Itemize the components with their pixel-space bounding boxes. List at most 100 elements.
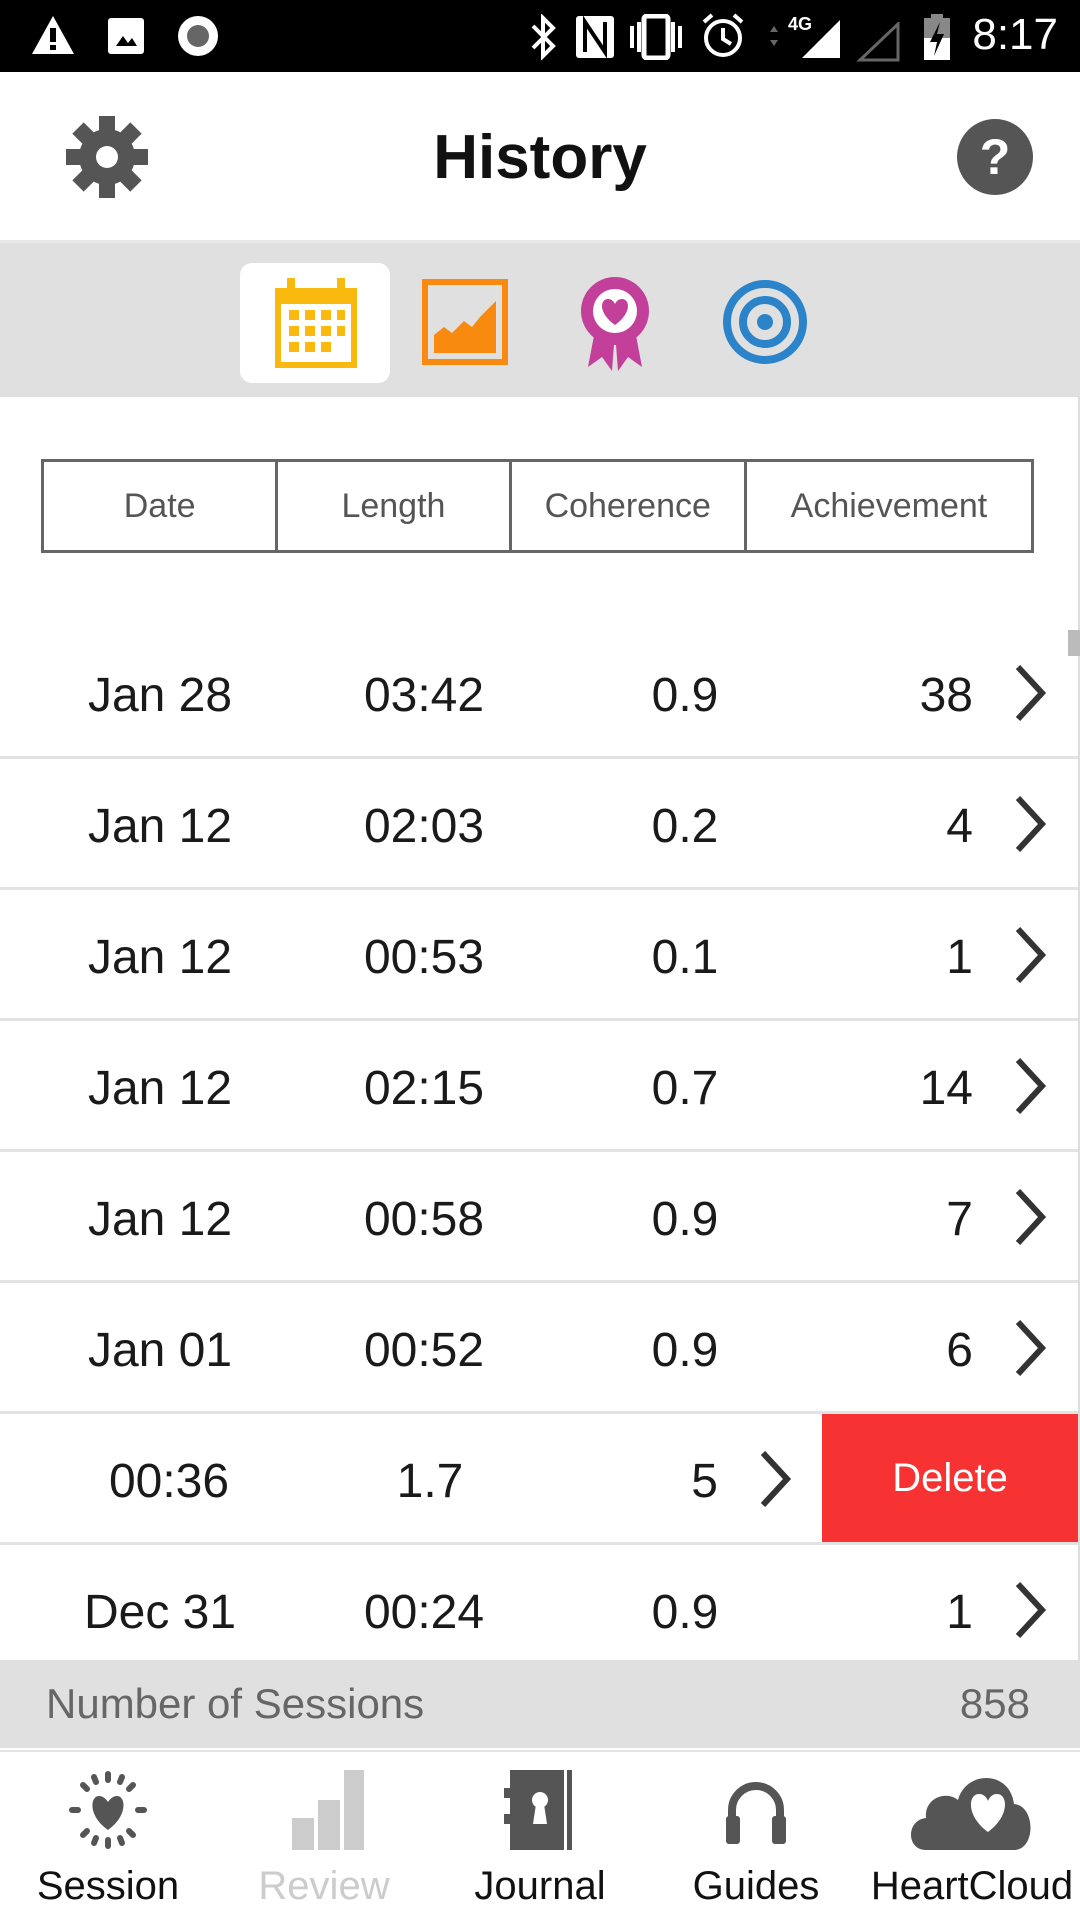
- svg-text:?: ?: [980, 129, 1011, 185]
- cell-coherence: 0.2: [651, 800, 719, 853]
- cell-coherence: 0.9: [651, 669, 719, 722]
- tab-chart[interactable]: [390, 263, 540, 383]
- battery-charging-icon: [924, 14, 950, 60]
- cell-coherence: 0.9: [651, 1193, 719, 1246]
- nav-heartcloud-label: HeartCloud: [870, 1864, 1074, 1908]
- table-row[interactable]: Jan 12 00:58 0.9 7: [0, 1152, 1078, 1283]
- cell-date: Jan 12: [87, 1193, 233, 1246]
- help-icon[interactable]: ?: [956, 118, 1034, 196]
- cell-length: 00:58: [363, 1193, 485, 1246]
- bluetooth-icon: [531, 14, 556, 60]
- cell-length: 00:36: [108, 1455, 230, 1508]
- vibrate-icon: [630, 14, 682, 60]
- cell-date: Jan 01: [87, 1324, 233, 1377]
- cell-length: 00:24: [363, 1586, 485, 1639]
- column-coherence[interactable]: Coherence: [508, 459, 747, 553]
- bottom-nav: Session Review Journal Guides HeartCloud: [0, 1750, 1080, 1920]
- chevron-right-icon[interactable]: [1012, 1187, 1048, 1247]
- nav-guides-label: Guides: [692, 1864, 820, 1908]
- cell-achievement: 1: [946, 1586, 973, 1639]
- summary-label: Number of Sessions: [46, 1680, 425, 1727]
- cell-date: Jan 12: [87, 800, 233, 853]
- cell-length: 03:42: [363, 669, 485, 722]
- nav-review[interactable]: Review: [216, 1752, 432, 1922]
- cell-coherence: 0.9: [651, 1586, 719, 1639]
- heart-cloud-icon: [911, 1777, 1031, 1850]
- history-tabs: [0, 240, 1080, 397]
- row-content[interactable]: 00:36 1.7 5: [0, 1414, 823, 1542]
- record-icon: [178, 16, 218, 56]
- target-icon: [723, 280, 807, 364]
- app-header: History ?: [0, 72, 1080, 240]
- delete-button[interactable]: Delete: [822, 1414, 1078, 1542]
- chevron-right-icon[interactable]: [1012, 1580, 1048, 1640]
- nav-journal-label: Journal: [474, 1864, 606, 1908]
- cell-achievement: 14: [919, 1062, 973, 1115]
- cell-date: Dec 31: [83, 1586, 237, 1639]
- table-row[interactable]: Jan 28 03:42 0.9 38: [0, 628, 1078, 759]
- table-row[interactable]: Jan 12 02:03 0.2 4: [0, 759, 1078, 890]
- nav-session-label: Session: [36, 1864, 180, 1908]
- column-headers: Date Length Coherence Achievement: [41, 459, 1034, 553]
- signal-empty-icon: [856, 22, 900, 62]
- chevron-right-icon[interactable]: [1012, 1318, 1048, 1378]
- svg-text:4G: 4G: [788, 14, 812, 34]
- bar-chart-icon: [292, 1770, 364, 1850]
- calendar-icon: [275, 278, 357, 368]
- table-row-swiped[interactable]: 00:36 1.7 5 Delete: [0, 1414, 1078, 1545]
- nav-journal[interactable]: Journal: [432, 1752, 648, 1922]
- cell-achievement: 7: [946, 1193, 973, 1246]
- chevron-right-icon[interactable]: [1012, 794, 1048, 854]
- nfc-icon: [576, 15, 614, 59]
- status-time: 8:17: [972, 10, 1058, 59]
- image-icon: [108, 18, 144, 54]
- table-row[interactable]: Jan 12 00:53 0.1 1: [0, 890, 1078, 1021]
- nav-review-label: Review: [258, 1864, 390, 1908]
- cell-coherence: 1.7: [396, 1455, 464, 1508]
- cell-date: Jan 12: [87, 931, 233, 984]
- cell-date: Jan 28: [87, 669, 233, 722]
- cell-date: Jan 12: [87, 1062, 233, 1115]
- heart-sun-icon: [69, 1771, 147, 1849]
- chevron-right-icon[interactable]: [1012, 925, 1048, 985]
- headphones-icon: [726, 1782, 786, 1844]
- journal-icon: [504, 1770, 572, 1850]
- status-bar: 4G 8:17: [0, 0, 1080, 72]
- column-length[interactable]: Length: [275, 459, 512, 553]
- cell-achievement: 4: [946, 800, 973, 853]
- summary-value: 858: [959, 1680, 1030, 1727]
- tab-calendar[interactable]: [240, 263, 390, 383]
- page-title: History: [433, 123, 647, 192]
- cell-coherence: 0.9: [651, 1324, 719, 1377]
- tab-achievements[interactable]: [540, 263, 690, 383]
- session-list: Jan 28 03:42 0.9 38 Jan 12 02:03 0.2 4 Jan 12 00:…: [0, 628, 1078, 1660]
- nav-heartcloud[interactable]: HeartCloud: [864, 1752, 1080, 1922]
- nav-session[interactable]: Session: [0, 1752, 216, 1922]
- cell-coherence: 0.7: [651, 1062, 719, 1115]
- warning-icon: [32, 16, 74, 54]
- cell-length: 00:52: [363, 1324, 485, 1377]
- signal-icon: 4G: [770, 14, 840, 58]
- chevron-right-icon[interactable]: [1012, 1056, 1048, 1116]
- cell-length: 02:03: [363, 800, 485, 853]
- nav-guides[interactable]: Guides: [648, 1752, 864, 1922]
- cell-achievement: 6: [946, 1324, 973, 1377]
- table-row[interactable]: Jan 12 02:15 0.7 14: [0, 1021, 1078, 1152]
- cell-coherence: 0.1: [651, 931, 719, 984]
- column-date[interactable]: Date: [41, 459, 279, 553]
- cell-achievement: 5: [691, 1455, 718, 1508]
- cell-length: 00:53: [363, 931, 485, 984]
- table-row[interactable]: Dec 31 00:24 0.9 1: [0, 1545, 1078, 1660]
- cell-achievement: 38: [919, 669, 973, 722]
- heart-ribbon-icon: [581, 277, 649, 371]
- sessions-summary: Number of Sessions 858: [0, 1660, 1080, 1748]
- chevron-right-icon[interactable]: [1012, 663, 1048, 723]
- tab-goals[interactable]: [690, 263, 840, 383]
- cell-length: 02:15: [363, 1062, 485, 1115]
- table-row[interactable]: Jan 01 00:52 0.9 6: [0, 1283, 1078, 1414]
- column-achievement[interactable]: Achievement: [743, 459, 1034, 553]
- area-chart-icon: [422, 279, 508, 365]
- cell-achievement: 1: [946, 931, 973, 984]
- alarm-icon: [702, 13, 744, 57]
- chevron-right-icon[interactable]: [757, 1449, 793, 1509]
